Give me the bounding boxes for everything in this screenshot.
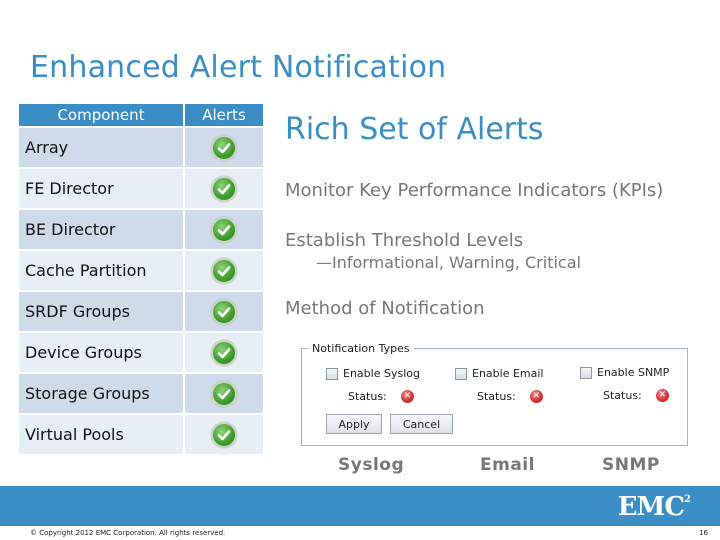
logo-superscript: 2	[684, 494, 691, 505]
check-icon	[211, 298, 237, 325]
table-row: Storage Groups	[19, 374, 263, 413]
component-cell: Storage Groups	[19, 374, 183, 413]
sub-bullet-levels: —Informational, Warning, Critical	[316, 253, 581, 272]
alert-cell	[185, 292, 263, 331]
table-row: BE Director	[19, 210, 263, 249]
table-row: FE Director	[19, 169, 263, 208]
table-row: Cache Partition	[19, 251, 263, 290]
check-icon	[211, 380, 237, 407]
copyright-text: © Copyright 2012 EMC Corporation. All ri…	[30, 529, 226, 537]
component-cell: SRDF Groups	[19, 292, 183, 331]
bullet-kpis: Monitor Key Performance Indicators (KPIs…	[285, 180, 664, 201]
footer-bar	[0, 486, 720, 526]
check-icon	[211, 134, 237, 161]
error-icon: ✕	[655, 389, 669, 402]
notification-types-legend: Notification Types	[308, 342, 414, 355]
alert-cell	[185, 251, 263, 290]
enable-email-checkbox[interactable]: Enable Email	[455, 367, 543, 380]
emc-logo: EMC2	[617, 492, 691, 522]
component-cell: Cache Partition	[19, 251, 183, 290]
alert-cell	[185, 415, 263, 454]
component-cell: Device Groups	[19, 333, 183, 372]
syslog-status: Status: ✕	[348, 390, 414, 403]
check-icon	[211, 421, 237, 448]
checkbox-box[interactable]	[455, 367, 467, 380]
checkbox-label: Enable Syslog	[343, 367, 420, 380]
logo-text: EMC	[617, 492, 685, 522]
content-heading: Rich Set of Alerts	[285, 112, 544, 147]
bullet-thresholds: Establish Threshold Levels	[285, 230, 524, 251]
checkbox-box[interactable]	[580, 366, 592, 379]
status-label: Status:	[348, 390, 387, 403]
status-label: Status:	[477, 390, 516, 403]
dash-marker: —	[316, 253, 332, 272]
bullet-notification: Method of Notification	[285, 298, 485, 319]
enable-snmp-checkbox[interactable]: Enable SNMP	[580, 366, 669, 379]
checkbox-label: Enable SNMP	[597, 366, 670, 379]
header-alerts: Alerts	[185, 104, 263, 126]
caption-snmp: SNMP	[602, 455, 660, 475]
error-icon: ✕	[529, 390, 543, 403]
table-row: Virtual Pools	[19, 415, 263, 454]
table-row: SRDF Groups	[19, 292, 263, 331]
component-cell: FE Director	[19, 169, 183, 208]
cancel-button[interactable]: Cancel	[390, 414, 453, 434]
apply-button[interactable]: Apply	[326, 414, 382, 434]
component-table: Component Alerts Array FE Director BE Dire…	[19, 104, 263, 454]
page-number: 16	[699, 529, 708, 537]
checkbox-label: Enable Email	[472, 367, 544, 380]
check-icon	[211, 216, 237, 243]
slide-title: Enhanced Alert Notification	[30, 50, 447, 85]
alert-cell	[185, 210, 263, 249]
alert-cell	[185, 374, 263, 413]
status-label: Status:	[603, 389, 642, 402]
error-icon: ✕	[400, 390, 414, 403]
component-cell: Array	[19, 128, 183, 167]
caption-email: Email	[480, 455, 535, 475]
check-icon	[211, 257, 237, 284]
table-row: Array	[19, 128, 263, 167]
sub-bullet-text: Informational, Warning, Critical	[332, 253, 581, 272]
snmp-status: Status: ✕	[603, 389, 669, 402]
alert-cell	[185, 169, 263, 208]
component-cell: Virtual Pools	[19, 415, 183, 454]
enable-syslog-checkbox[interactable]: Enable Syslog	[326, 367, 420, 380]
alert-cell	[185, 128, 263, 167]
email-status: Status: ✕	[477, 390, 543, 403]
table-header: Component Alerts	[19, 104, 263, 126]
header-component: Component	[19, 104, 183, 126]
checkbox-box[interactable]	[326, 367, 338, 380]
caption-syslog: Syslog	[338, 455, 405, 475]
alert-cell	[185, 333, 263, 372]
table-row: Device Groups	[19, 333, 263, 372]
check-icon	[211, 339, 237, 366]
component-cell: BE Director	[19, 210, 183, 249]
check-icon	[211, 175, 237, 202]
